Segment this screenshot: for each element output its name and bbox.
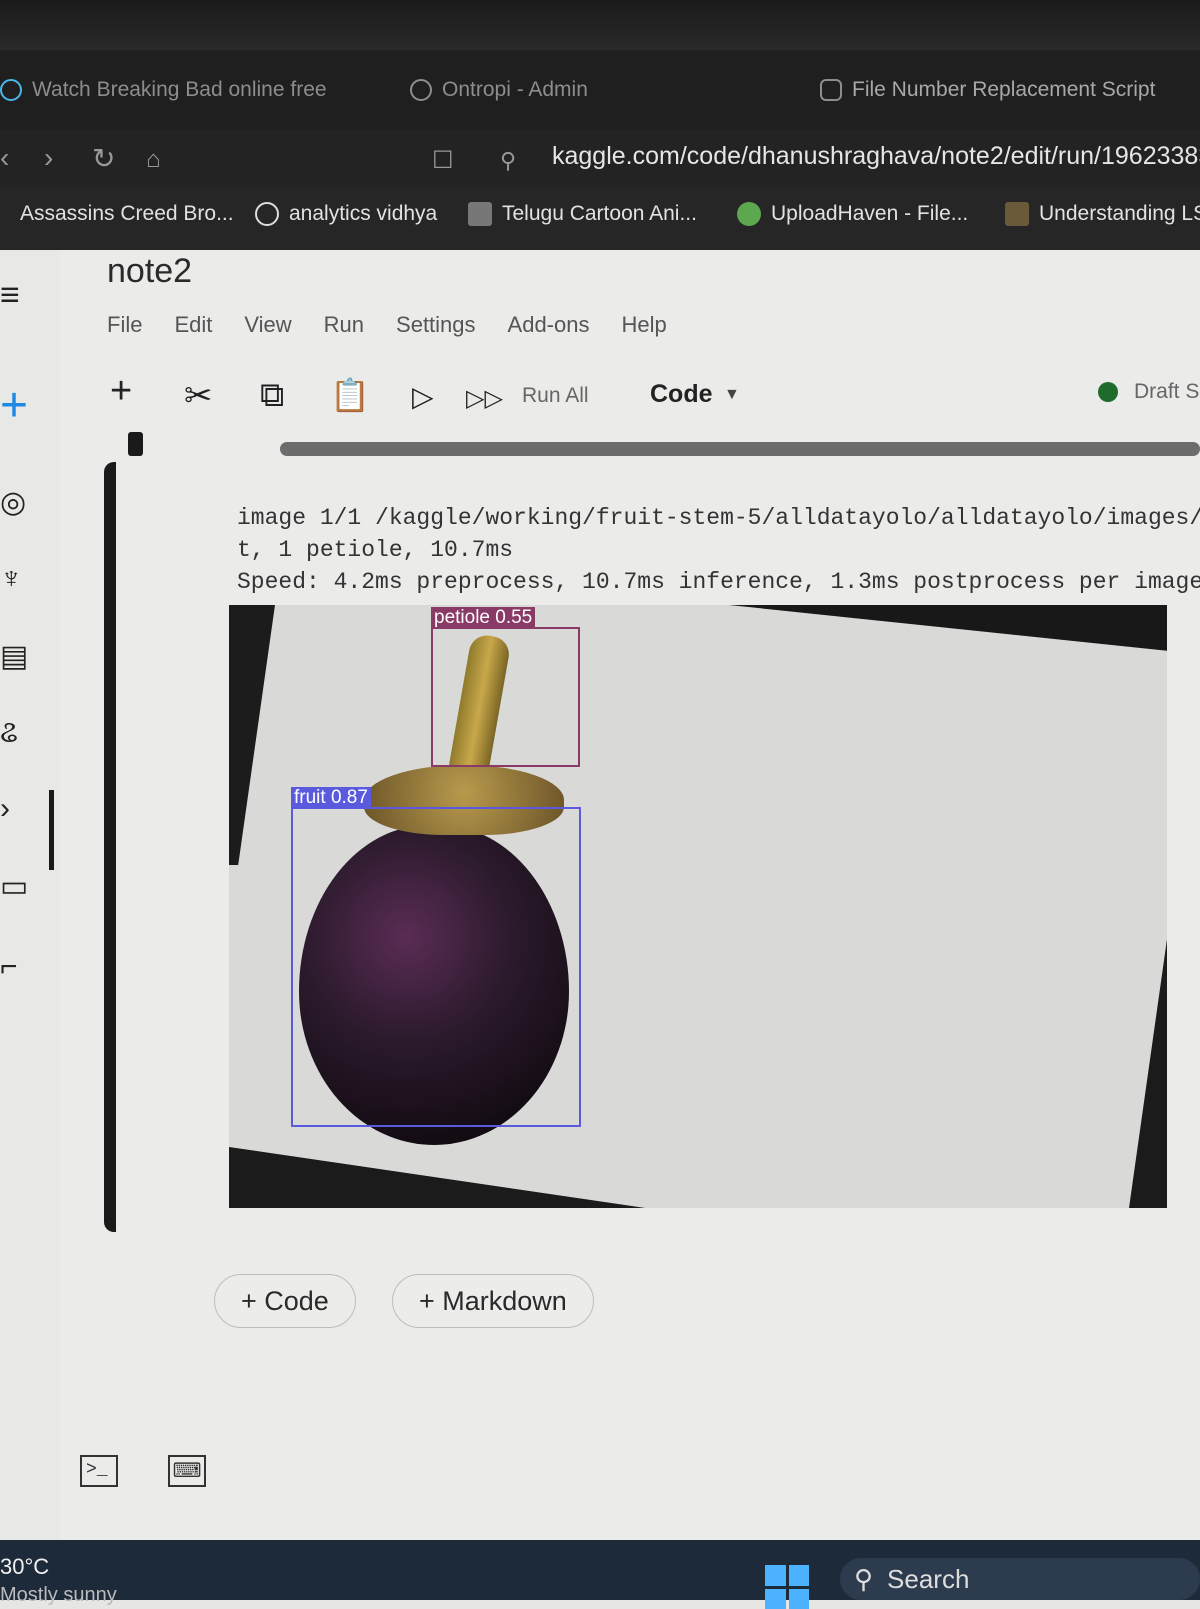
tab-breaking-bad[interactable]: Watch Breaking Bad online free xyxy=(0,78,327,102)
compass-icon[interactable]: ◎ xyxy=(0,486,34,520)
address-bar-row: ‹ › ↻ ⌂ ☐ ⚲ kaggle.com/code/dhanushragha… xyxy=(0,130,1200,188)
detection-output-image: petiole 0.55 fruit 0.87 xyxy=(229,605,1167,1208)
detection-label: petiole 0.55 xyxy=(431,607,535,629)
paste-icon[interactable]: 📋 xyxy=(330,376,370,414)
menu-help[interactable]: Help xyxy=(621,312,666,338)
rail-divider xyxy=(49,790,54,870)
run-all-button[interactable]: Run All xyxy=(522,384,589,408)
bookmark-label: Understanding LS xyxy=(1039,202,1200,226)
bookmarks-bar: Assassins Creed Bro... analytics vidhya … xyxy=(0,188,1200,250)
fruit-bounding-box: fruit 0.87 xyxy=(291,807,581,1127)
photo-dark-edge xyxy=(229,1147,1167,1208)
trophy-icon[interactable]: ♆ xyxy=(0,562,34,596)
menu-view[interactable]: View xyxy=(244,312,291,338)
tab-label: Watch Breaking Bad online free xyxy=(32,78,327,102)
detection-label: fruit 0.87 xyxy=(291,787,371,809)
windows-logo-tile xyxy=(765,1565,786,1586)
run-cell-icon[interactable]: ▷ xyxy=(412,380,434,413)
site-settings-icon[interactable]: ⚲ xyxy=(500,148,516,174)
code-icon[interactable]: › xyxy=(0,792,34,826)
globe-icon xyxy=(410,79,432,101)
weather-condition[interactable]: Mostly sunny xyxy=(0,1584,117,1607)
windows-taskbar: 30°C Mostly sunny ⚲ Search xyxy=(0,1540,1200,1600)
discussion-icon[interactable]: ▭ xyxy=(0,870,34,904)
windows-logo-tile xyxy=(789,1565,810,1586)
petiole-bounding-box: petiole 0.55 xyxy=(431,627,580,767)
output-line: t, 1 petiole, 10.7ms xyxy=(237,537,513,563)
bookmark-analytics-vidhya[interactable]: analytics vidhya xyxy=(255,202,437,226)
add-markdown-cell-button[interactable]: + Markdown xyxy=(392,1274,594,1328)
menu-add-ons[interactable]: Add-ons xyxy=(508,312,590,338)
session-status[interactable]: Draft S xyxy=(1134,380,1199,404)
search-label: Search xyxy=(887,1564,969,1595)
photo-dark-edge xyxy=(729,605,1167,651)
bookmark-telugu-cartoon[interactable]: Telugu Cartoon Ani... xyxy=(468,202,697,226)
run-all-icon[interactable]: ▷▷ xyxy=(466,384,503,413)
kaggle-notebook-editor: ≡ + ◎ ♆ ▤ ଌ › ▭ ⌐ note2 File Edit View R… xyxy=(0,250,1200,1540)
chatgpt-icon xyxy=(820,79,842,101)
cell-left-border xyxy=(104,462,144,1232)
tab-label: Ontropi - Admin xyxy=(442,78,588,102)
reload-icon[interactable]: ↻ xyxy=(92,142,115,175)
horizontal-scrollbar[interactable] xyxy=(280,442,1200,456)
cell-output-text: image 1/1 /kaggle/working/fruit-stem-5/a… xyxy=(237,502,1200,598)
active-cell-indicator xyxy=(104,462,144,1232)
left-rail: ≡ + ◎ ♆ ▤ ଌ › ▭ ⌐ xyxy=(0,250,60,1540)
taskbar-search[interactable]: ⚲ Search xyxy=(840,1558,1200,1600)
add-code-cell-button[interactable]: + Code xyxy=(214,1274,356,1328)
weather-temperature[interactable]: 30°C xyxy=(0,1554,49,1580)
menu-edit[interactable]: Edit xyxy=(174,312,212,338)
console-icon[interactable]: >_ xyxy=(80,1455,118,1487)
create-plus-icon[interactable]: + xyxy=(0,386,34,420)
browser-tab-strip: Watch Breaking Bad online free Ontropi -… xyxy=(0,50,1200,130)
tab-ontropi[interactable]: Ontropi - Admin xyxy=(410,78,588,102)
bookmark-label: analytics vidhya xyxy=(289,202,437,226)
notebook-toolbar: + ✂ ⧉ 📋 ▷ ▷▷ Run All Code ▼ Draft S xyxy=(108,376,1200,426)
tab-file-number-script[interactable]: File Number Replacement Script xyxy=(820,78,1155,102)
back-icon[interactable]: ‹ xyxy=(0,142,9,174)
windows-logo-tile xyxy=(789,1589,810,1609)
site-logo-icon xyxy=(1005,202,1029,226)
notebook-title[interactable]: note2 xyxy=(107,252,192,291)
table-icon[interactable]: ▤ xyxy=(0,640,34,674)
site-logo-icon xyxy=(468,202,492,226)
menu-settings[interactable]: Settings xyxy=(396,312,476,338)
output-line: image 1/1 /kaggle/working/fruit-stem-5/a… xyxy=(237,505,1200,531)
add-cell-icon[interactable]: + xyxy=(110,370,132,413)
globe-icon xyxy=(255,202,279,226)
photo-dark-edge xyxy=(229,605,275,865)
copy-icon[interactable]: ⧉ xyxy=(260,376,284,415)
cell-collapse-handle[interactable] xyxy=(128,432,143,456)
models-icon[interactable]: ଌ xyxy=(0,716,34,750)
home-icon[interactable]: ⌂ xyxy=(146,146,161,174)
bookmark-uploadhaven[interactable]: UploadHaven - File... xyxy=(737,202,968,226)
bookmark-label: Assassins Creed Bro... xyxy=(20,202,234,226)
play-icon xyxy=(0,79,22,101)
photo-dark-edge xyxy=(1129,925,1167,1208)
screen-bezel xyxy=(0,0,1200,50)
menu-file[interactable]: File xyxy=(107,312,142,338)
chevron-down-icon[interactable]: ▼ xyxy=(724,386,740,404)
windows-logo-tile xyxy=(765,1589,786,1609)
bookmark-understanding-ls[interactable]: Understanding LS xyxy=(1005,202,1200,226)
search-icon: ⚲ xyxy=(854,1564,873,1595)
bookmark-label: Telugu Cartoon Ani... xyxy=(502,202,697,226)
windows-start-icon[interactable] xyxy=(765,1565,809,1609)
output-line: Speed: 4.2ms preprocess, 10.7ms inferenc… xyxy=(237,569,1200,595)
menu-run[interactable]: Run xyxy=(324,312,364,338)
hamburger-menu-icon[interactable]: ≡ xyxy=(0,278,34,312)
notebook-menu-bar: File Edit View Run Settings Add-ons Help xyxy=(107,312,699,338)
cut-icon[interactable]: ✂ xyxy=(184,376,213,416)
learn-icon[interactable]: ⌐ xyxy=(0,950,34,984)
keyboard-icon[interactable]: ⌨ xyxy=(168,1455,206,1487)
url-field[interactable]: kaggle.com/code/dhanushraghava/note2/edi… xyxy=(552,142,1200,171)
tab-label: File Number Replacement Script xyxy=(852,78,1155,102)
bookmark-icon[interactable]: ☐ xyxy=(432,146,454,175)
bookmark-assassins-creed[interactable]: Assassins Creed Bro... xyxy=(20,202,234,226)
forward-icon[interactable]: › xyxy=(44,142,53,174)
session-status-dot xyxy=(1098,382,1118,402)
bookmark-label: UploadHaven - File... xyxy=(771,202,968,226)
cell-type-select[interactable]: Code xyxy=(650,380,713,409)
cloud-icon xyxy=(737,202,761,226)
